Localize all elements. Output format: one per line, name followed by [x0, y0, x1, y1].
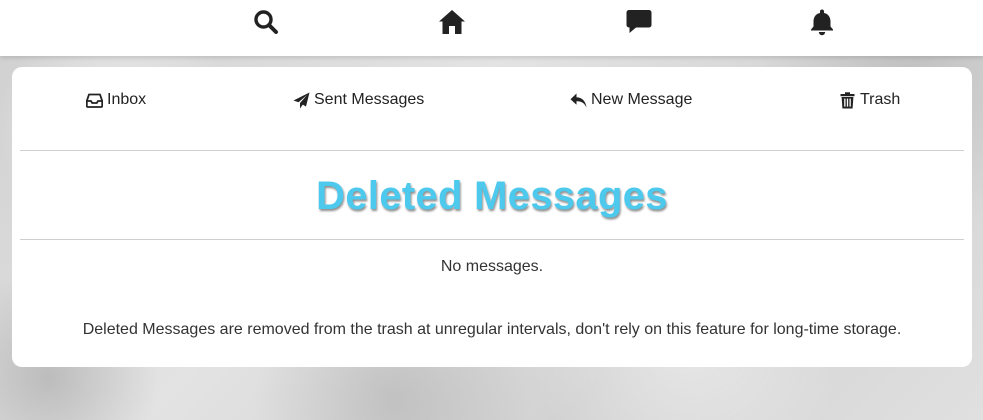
bell-icon[interactable]	[808, 8, 836, 36]
trash-icon	[839, 91, 856, 109]
retention-note: Deleted Messages are removed from the tr…	[82, 321, 902, 338]
divider	[20, 239, 964, 240]
tab-sent-messages[interactable]: Sent Messages	[293, 89, 424, 111]
tab-sent-messages-label: Sent Messages	[314, 91, 425, 108]
tab-new-message-label: New Message	[591, 91, 693, 108]
empty-state-text: No messages.	[440, 258, 544, 275]
chat-icon[interactable]	[625, 8, 653, 36]
divider	[20, 150, 964, 151]
inbox-icon	[86, 92, 103, 109]
paper-plane-icon	[293, 92, 310, 109]
tab-inbox-label: Inbox	[107, 91, 147, 108]
top-navigation-bar	[0, 0, 983, 56]
search-icon[interactable]	[252, 8, 280, 36]
tab-inbox[interactable]: Inbox	[86, 89, 146, 111]
tab-trash[interactable]: Trash	[839, 89, 900, 111]
tab-trash-label: Trash	[860, 91, 901, 108]
messages-card: Inbox Sent Messages New Message Trash De…	[12, 67, 972, 367]
reply-icon	[570, 92, 587, 109]
page-title: Deleted Messages	[316, 174, 668, 218]
home-icon[interactable]	[438, 8, 466, 36]
tab-new-message[interactable]: New Message	[570, 89, 692, 111]
